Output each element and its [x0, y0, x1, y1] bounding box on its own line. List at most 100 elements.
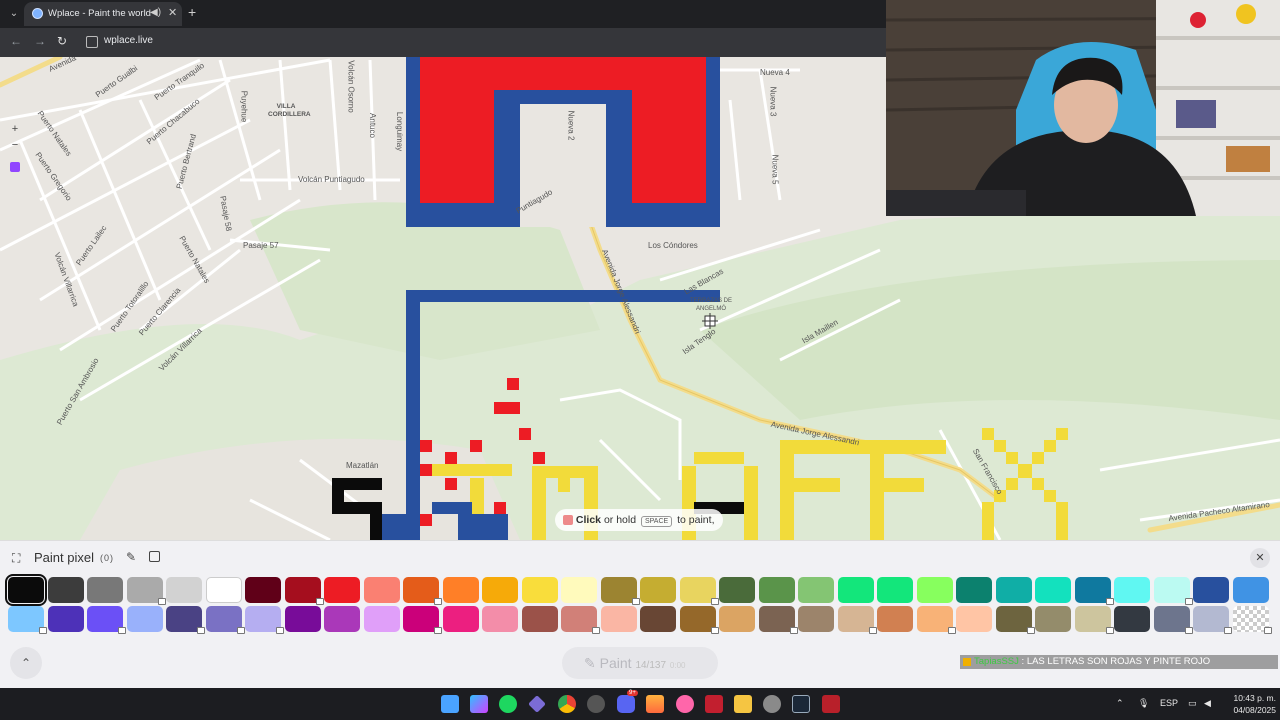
color-swatch[interactable]	[1035, 606, 1071, 632]
color-swatch[interactable]	[798, 577, 834, 603]
back-icon[interactable]: ←	[10, 34, 22, 48]
crown-icon	[963, 658, 971, 666]
paint-timer: 0:00	[669, 661, 686, 670]
tab-search-icon[interactable]: ⌄	[6, 6, 22, 22]
paint-button[interactable]: ✎ Paint 14/137 0:00	[562, 647, 718, 679]
map-label: Mazatlán	[346, 461, 379, 470]
browser-tab[interactable]: Wplace - Paint the world ◀) ✕	[24, 2, 182, 26]
panel-close-button[interactable]: ✕	[1250, 548, 1270, 568]
site-info-icon[interactable]	[86, 36, 98, 48]
color-swatch[interactable]	[837, 577, 874, 603]
color-swatch[interactable]	[284, 606, 321, 632]
hp-omen-icon[interactable]	[705, 695, 723, 713]
color-swatch[interactable]	[442, 606, 479, 632]
map-label: TERRAZAS DE ANGELMÓ	[690, 298, 733, 312]
language-indicator[interactable]: ESP	[1160, 698, 1178, 708]
pointer-icon	[563, 515, 573, 526]
hint-key: SPACE	[640, 516, 673, 527]
color-swatch[interactable]	[758, 577, 795, 603]
map-label: Nueva 2	[566, 110, 576, 141]
color-swatch[interactable]	[324, 577, 360, 603]
color-swatch[interactable]	[47, 606, 84, 632]
webcam-overlay	[886, 0, 1280, 216]
clock[interactable]: 10:43 p. m. 04/08/2025	[1222, 692, 1276, 716]
zoom-out-button[interactable]: −	[6, 137, 24, 153]
spotify-icon[interactable]	[499, 695, 517, 713]
lock-icon	[236, 627, 245, 634]
color-swatch[interactable]	[47, 577, 84, 603]
speaker-icon[interactable]: ◀)	[150, 7, 161, 18]
new-tab-button[interactable]: +	[188, 4, 196, 20]
color-swatch[interactable]	[1035, 577, 1071, 603]
copilot-icon[interactable]	[470, 695, 488, 713]
lock-icon	[710, 627, 719, 634]
color-swatch[interactable]	[482, 577, 518, 603]
map-label: Los Cóndores	[648, 241, 698, 250]
collapse-button[interactable]: ⌃	[10, 647, 42, 679]
color-swatch[interactable]	[324, 606, 360, 632]
color-swatch[interactable]	[600, 606, 637, 632]
discord-icon[interactable]: 9+	[617, 690, 638, 713]
clipchamp-icon[interactable]	[646, 695, 664, 713]
git-icon[interactable]	[528, 695, 546, 713]
chrome-icon[interactable]	[558, 695, 576, 713]
color-swatch[interactable]	[5, 574, 47, 606]
windows-start-icon[interactable]	[441, 695, 459, 713]
osu-icon[interactable]	[676, 695, 694, 713]
twitch-icon[interactable]	[6, 159, 24, 175]
color-swatch[interactable]	[442, 577, 479, 603]
color-swatch[interactable]	[1114, 577, 1150, 603]
color-swatch[interactable]	[482, 606, 518, 632]
monitor-icon[interactable]: ▭	[1188, 698, 1197, 709]
microphone-icon[interactable]: 🎙	[1138, 698, 1149, 709]
lock-icon	[157, 598, 166, 605]
color-swatch[interactable]	[126, 606, 163, 632]
forward-icon[interactable]: →	[34, 34, 46, 48]
color-swatch[interactable]	[1232, 577, 1269, 603]
color-swatch[interactable]	[956, 606, 992, 632]
chevron-up-icon[interactable]: ⌃	[1116, 698, 1124, 709]
pencil-icon[interactable]: ✎	[126, 550, 136, 564]
color-swatch[interactable]	[877, 606, 913, 632]
color-swatch[interactable]	[1193, 577, 1229, 603]
color-swatch[interactable]	[1114, 606, 1150, 632]
steam-icon[interactable]	[792, 695, 810, 713]
discord-badge: 9+	[627, 690, 638, 696]
zoom-in-button[interactable]: +	[6, 121, 24, 137]
color-swatch[interactable]	[719, 606, 755, 632]
color-swatch[interactable]	[205, 577, 242, 603]
color-swatch[interactable]	[363, 606, 400, 632]
paint-panel: ⛶ Paint pixel (0) ✎ ✕ ⌃ ✎ Paint 14/137 0…	[0, 540, 1280, 688]
color-swatch[interactable]	[166, 577, 202, 603]
color-swatch[interactable]	[521, 577, 558, 603]
color-swatch[interactable]	[995, 577, 1032, 603]
save-icon[interactable]	[149, 551, 160, 562]
paint-charges: 14/137	[635, 660, 667, 671]
color-swatch[interactable]	[798, 606, 834, 632]
chat-user: TapiasSSJ	[974, 656, 1019, 667]
tab-close-icon[interactable]: ✕	[168, 6, 177, 19]
globe-icon	[32, 8, 43, 19]
reload-icon[interactable]: ↻	[57, 34, 67, 48]
dzl-icon[interactable]	[822, 695, 840, 713]
map-label: Nueva 3	[768, 86, 778, 117]
color-swatch[interactable]	[877, 577, 913, 603]
obs-icon[interactable]	[587, 695, 605, 713]
color-swatch[interactable]	[956, 577, 992, 603]
color-swatch[interactable]	[916, 577, 953, 603]
color-swatch[interactable]	[87, 577, 123, 603]
color-swatch[interactable]	[521, 606, 558, 632]
expand-icon[interactable]: ⛶	[12, 551, 20, 566]
lock-icon	[434, 627, 442, 634]
settings-icon[interactable]	[763, 695, 781, 713]
color-swatch[interactable]	[719, 577, 755, 603]
color-swatch[interactable]	[245, 577, 281, 603]
address-bar[interactable]: wplace.live	[104, 35, 153, 46]
volume-icon[interactable]: ◀	[1204, 698, 1211, 709]
folder-icon[interactable]	[734, 695, 752, 713]
color-swatch[interactable]	[640, 577, 676, 603]
clock-date: 04/08/2025	[1233, 705, 1276, 715]
color-swatch[interactable]	[363, 577, 400, 603]
color-swatch[interactable]	[561, 577, 597, 603]
color-swatch[interactable]	[640, 606, 676, 632]
